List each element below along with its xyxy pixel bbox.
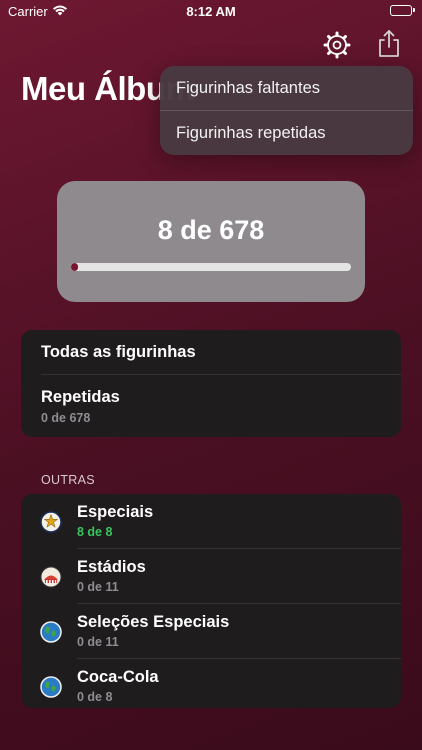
- star-badge-icon: [40, 511, 62, 533]
- especiais-title: Especiais: [77, 503, 154, 521]
- especiais-count: 8 de 8: [77, 525, 113, 539]
- list-item-estadios[interactable]: Estádios 0 de 11: [21, 549, 401, 603]
- menu-item-repeated[interactable]: Figurinhas repetidas: [160, 111, 413, 155]
- estadios-title: Estádios: [77, 558, 146, 576]
- menu-item-missing[interactable]: Figurinhas faltantes: [160, 66, 413, 110]
- list-item-coca-cola[interactable]: Coca-Cola 0 de 8: [21, 659, 401, 708]
- repeated-count: 0 de 678: [41, 411, 91, 425]
- settings-button[interactable]: [322, 30, 352, 60]
- section-header-others: OUTRAS: [41, 473, 95, 487]
- globe-icon: [40, 621, 62, 643]
- progress-label: 8 de 678: [157, 215, 265, 245]
- progress-bar: [71, 263, 351, 271]
- coca-cola-count: 0 de 8: [77, 690, 113, 704]
- estadios-count: 0 de 11: [77, 580, 119, 594]
- share-button[interactable]: [374, 28, 404, 60]
- share-icon: [379, 30, 399, 57]
- list-item-especiais[interactable]: Especiais 8 de 8: [21, 494, 401, 548]
- stadium-icon: [40, 566, 62, 588]
- status-bar: Carrier 8:12 AM: [0, 0, 422, 24]
- clock: 8:12 AM: [186, 4, 236, 19]
- battery-icon: [390, 5, 415, 16]
- repeated-title: Repetidas: [41, 388, 120, 406]
- main-list: Todas as figurinhas Repetidas 0 de 678: [21, 330, 401, 437]
- others-list: Especiais 8 de 8 Estádios 0 de 11 Seleçõ…: [21, 494, 401, 708]
- progress-bar-fill: [71, 263, 78, 271]
- gear-icon: [323, 31, 351, 59]
- coca-cola-title: Coca-Cola: [77, 668, 159, 686]
- repeated-row[interactable]: Repetidas 0 de 678: [21, 375, 401, 437]
- selecoes-count: 0 de 11: [77, 635, 119, 649]
- globe-icon: [40, 676, 62, 698]
- selecoes-title: Seleções Especiais: [77, 613, 230, 631]
- all-stickers-row[interactable]: Todas as figurinhas: [21, 330, 401, 374]
- progress-card: 8 de 678: [57, 181, 365, 302]
- options-menu: Figurinhas faltantes Figurinhas repetida…: [160, 66, 413, 155]
- list-item-selecoes-especiais[interactable]: Seleções Especiais 0 de 11: [21, 604, 401, 658]
